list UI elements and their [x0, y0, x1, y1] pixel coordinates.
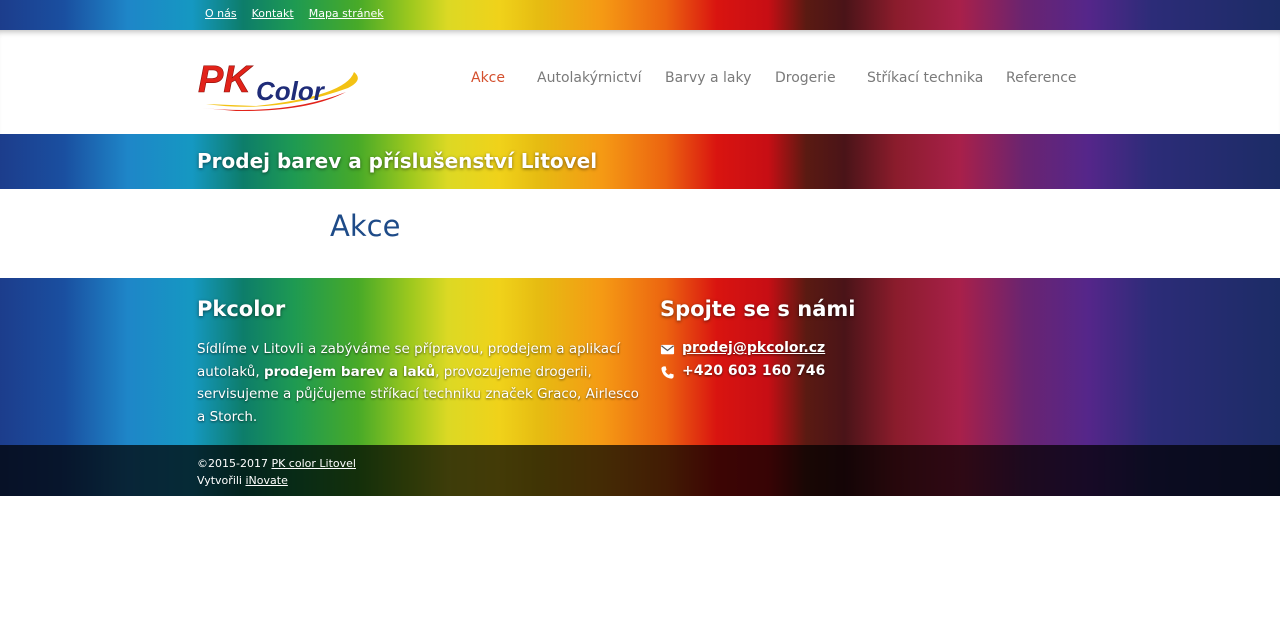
copyright-lines: ©2015-2017 PK color Litovel Vytvořili iN… [197, 455, 356, 489]
footer: Pkcolor Sídlíme v Litovli a zabýváme se … [0, 278, 1280, 496]
main-content: Akce [0, 189, 1280, 278]
link-mapa-stranek[interactable]: Mapa stránek [309, 7, 384, 20]
about-text-bold: prodejem barev a laků [263, 363, 436, 380]
created-by-line: Vytvořili iNovate [197, 472, 356, 489]
nav-item-reference[interactable]: Reference [1006, 70, 1077, 86]
footer-about-title: Pkcolor [197, 297, 286, 321]
created-by-text: Vytvořili [197, 474, 246, 487]
header: PK Color Akce Autolakýrnictví Barvy a la… [0, 30, 1280, 134]
contact-email-row: prodej@pkcolor.cz [660, 340, 825, 363]
link-kontakt[interactable]: Kontakt [252, 7, 294, 20]
banner-title: Prodej barev a příslušenství Litovel [197, 149, 598, 173]
nav-item-akce[interactable]: Akce [471, 70, 505, 86]
top-bar: O nás Kontakt Mapa stránek [0, 0, 1280, 30]
top-links: O nás Kontakt Mapa stránek [205, 7, 399, 20]
link-o-nas[interactable]: O nás [205, 7, 237, 20]
page-title: Akce [330, 209, 401, 243]
contact-phone[interactable]: +420 603 160 746 [682, 363, 825, 379]
title-banner: Prodej barev a příslušenství Litovel [0, 134, 1280, 189]
nav-item-autolakyrnictvi[interactable]: Autolakýrnictví [537, 70, 642, 86]
logo-color-text: Color [256, 76, 326, 106]
envelope-icon [660, 344, 675, 355]
contact-email-link[interactable]: prodej@pkcolor.cz [682, 340, 825, 356]
phone-icon [661, 366, 674, 379]
footer-about-text: Sídlíme v Litovli a zabýváme se přípravo… [197, 338, 642, 428]
nav-item-barvy-a-laky[interactable]: Barvy a laky [665, 70, 751, 86]
contact-phone-row: +420 603 160 746 [660, 363, 825, 386]
nav-item-strikaci-technika[interactable]: Stříkací technika [867, 70, 983, 86]
creator-link[interactable]: iNovate [245, 474, 287, 487]
company-link[interactable]: PK color Litovel [271, 457, 356, 470]
pkcolor-logo[interactable]: PK Color [196, 56, 364, 112]
copyright-line: ©2015-2017 PK color Litovel [197, 455, 356, 472]
copyright-bar: ©2015-2017 PK color Litovel Vytvořili iN… [0, 445, 1280, 496]
copyright-text: ©2015-2017 [197, 457, 272, 470]
logo-pk-text: PK [198, 59, 253, 101]
nav-item-drogerie[interactable]: Drogerie [775, 70, 836, 86]
footer-contact-title: Spojte se s námi [660, 297, 856, 321]
contact-list: prodej@pkcolor.cz +420 603 160 746 [660, 340, 825, 386]
